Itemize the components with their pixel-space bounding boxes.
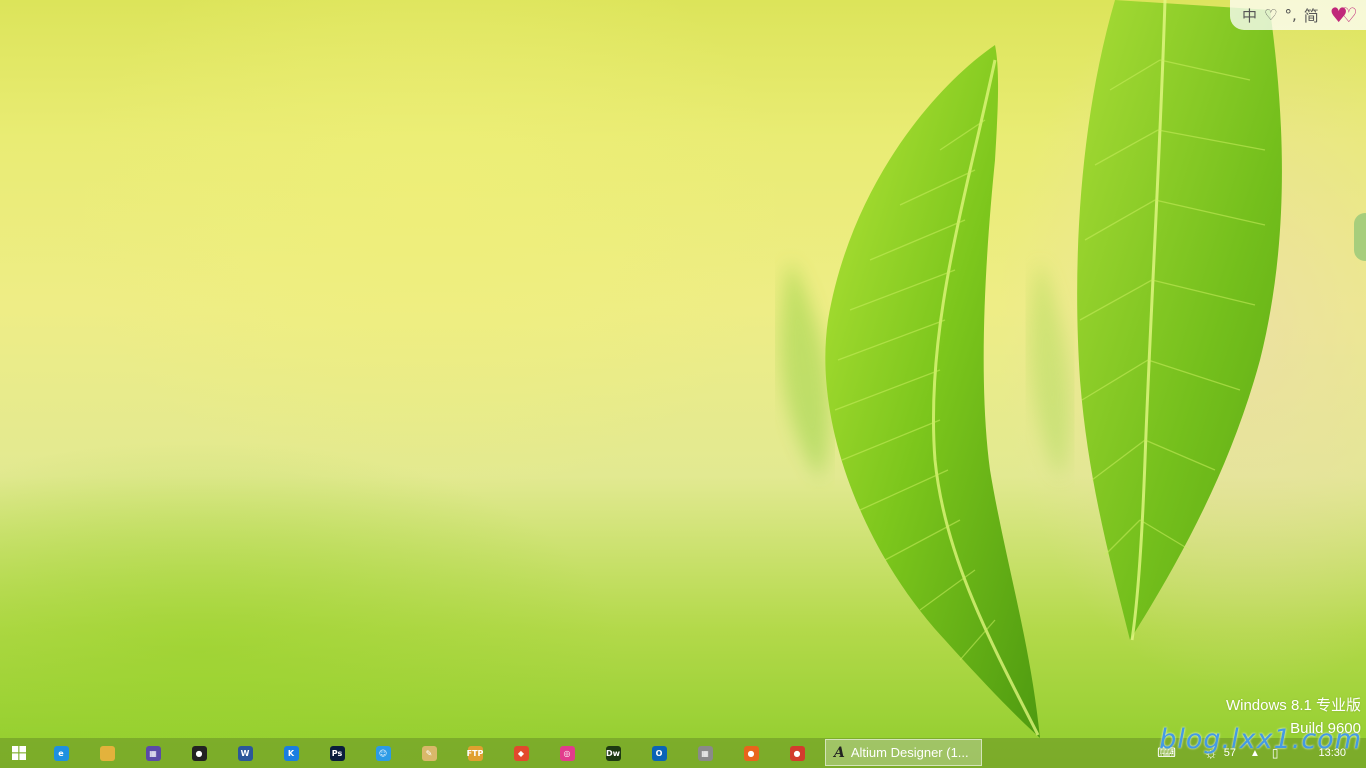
taskbar-pinned-app[interactable]: O [636, 738, 682, 768]
blog-watermark: blog.lxx1.com [1159, 724, 1362, 755]
notepad-icon: ✎ [421, 745, 437, 761]
ime-language-toggle[interactable]: 中 [1242, 5, 1257, 26]
wallpaper-leaves [780, 0, 1282, 738]
file-explorer-icon [99, 745, 115, 761]
ime-skin-icon[interactable]: ♡ [1264, 6, 1277, 24]
ime-hearts-icon[interactable]: ♥♡ [1330, 3, 1358, 27]
taskbar-pinned-app[interactable]: K [268, 738, 314, 768]
edge-panel-handle[interactable] [1354, 213, 1366, 261]
photoshop-icon: Ps [329, 745, 345, 761]
taskbar-pinned-app[interactable] [84, 738, 130, 768]
grid-app-icon: ▦ [697, 745, 713, 761]
word-icon: W [237, 745, 253, 761]
taskbar-pinned-app[interactable]: W [222, 738, 268, 768]
git-icon: ◆ [513, 745, 529, 761]
altium-icon: A [834, 744, 845, 761]
taskbar-pinned-app[interactable]: ✎ [406, 738, 452, 768]
firefox-icon: ● [743, 745, 759, 761]
chrome-icon: ● [789, 745, 805, 761]
taskbar-button-label: Altium Designer (1... [850, 745, 969, 760]
taskbar-pinned-app[interactable]: ● [774, 738, 820, 768]
taskbar-button-altium-designer[interactable]: A Altium Designer (1... [825, 739, 982, 766]
internet-explorer-icon: e [53, 745, 69, 761]
taskbar-pinned-app[interactable]: Dw [590, 738, 636, 768]
outlook-icon: O [651, 745, 667, 761]
kugou-icon: K [283, 745, 299, 761]
ime-simplified-toggle[interactable]: 简 [1304, 5, 1319, 26]
music-icon: ◎ [559, 745, 575, 761]
taskbar-pinned-app[interactable]: Ps [314, 738, 360, 768]
ftp-icon: FTP [467, 745, 483, 761]
taskbar-pinned-app[interactable]: e [38, 738, 84, 768]
taskbar-pinned-app[interactable]: ● [176, 738, 222, 768]
start-button[interactable] [0, 738, 38, 768]
taskbar-pinned-app[interactable]: ▦ [682, 738, 728, 768]
qq-icon: ● [191, 745, 207, 761]
taskbar-pinned-app[interactable]: ☺ [360, 738, 406, 768]
taskbar-pinned-app[interactable]: ◎ [544, 738, 590, 768]
taskbar-pinned-app[interactable]: ◆ [498, 738, 544, 768]
taskbar-pinned-app[interactable]: ▦ [130, 738, 176, 768]
dreamweaver-icon: Dw [605, 745, 621, 761]
taskbar-pinned-app[interactable]: ● [728, 738, 774, 768]
ime-toolbar[interactable]: 中 ♡ °, 简 ♥♡ [1230, 0, 1366, 30]
pinned-apps: e ▦ ● W K Ps ☺ ✎ FTP ◆ ◎ Dw O ▦ ● ● [38, 738, 820, 768]
windows-logo-icon [12, 746, 26, 760]
calculator-icon: ▦ [145, 745, 161, 761]
messenger-icon: ☺ [375, 745, 391, 761]
os-edition-text: Windows 8.1 专业版 [1225, 697, 1361, 714]
ime-punctuation-toggle[interactable]: °, [1284, 6, 1296, 24]
taskbar-pinned-app[interactable]: FTP [452, 738, 498, 768]
